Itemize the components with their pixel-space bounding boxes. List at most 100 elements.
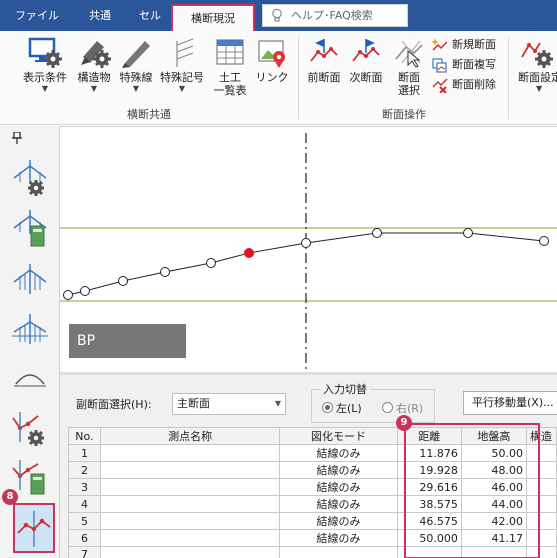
ribbon-group-separator xyxy=(508,37,509,119)
radio-right[interactable]: 右(R) xyxy=(382,400,423,416)
cell-point-name[interactable] xyxy=(99,495,281,513)
point-settings-tool[interactable] xyxy=(10,408,50,448)
section-settings-tool-icon xyxy=(13,160,47,196)
profile-point[interactable] xyxy=(372,228,382,238)
group-label-section-ops: 断面操作 xyxy=(382,108,426,121)
section-settings-button[interactable]: 断面設定 ▼ xyxy=(514,35,557,94)
chevron-down-icon: ▼ xyxy=(41,84,49,93)
tab-file[interactable]: ファイル xyxy=(12,0,62,31)
chevron-down-icon: ▼ xyxy=(90,84,98,93)
link-icon xyxy=(258,40,285,68)
section-settings-icon xyxy=(521,42,553,68)
section-select-button[interactable]: 断面 選択 xyxy=(390,35,428,97)
radio-left-label: 左(L) xyxy=(336,402,362,415)
cell-point-name[interactable] xyxy=(99,529,281,547)
profile-point[interactable] xyxy=(160,267,170,277)
point-data-tool-icon xyxy=(12,460,45,495)
cell-draw-mode[interactable]: 結線のみ xyxy=(279,512,398,530)
new-section-icon xyxy=(432,38,448,51)
subsection-select[interactable]: 主断面 ▼ xyxy=(172,393,286,415)
point-input-tool-icon xyxy=(17,511,51,547)
link-label: リンク xyxy=(255,71,289,84)
special-line-button[interactable]: 特殊線 ▼ xyxy=(117,35,155,94)
profile-point[interactable] xyxy=(463,228,473,238)
arc-tool-icon xyxy=(14,374,46,387)
row-number: 3 xyxy=(68,478,101,496)
ground-line-tool[interactable] xyxy=(10,260,50,300)
col-header-no[interactable]: No. xyxy=(68,427,101,445)
cell-point-name[interactable] xyxy=(99,546,281,558)
chevron-down-icon: ▼ xyxy=(536,84,543,93)
point-data-tool[interactable] xyxy=(10,456,50,496)
section-settings-tool[interactable] xyxy=(10,158,50,198)
row-number: 5 xyxy=(68,512,101,530)
cross-section-view[interactable]: BP xyxy=(60,126,557,373)
cell-draw-mode[interactable]: 結線のみ xyxy=(279,461,398,479)
tab-common[interactable]: 共通 xyxy=(80,0,120,31)
profile-point[interactable] xyxy=(118,276,128,286)
row-number: 7 xyxy=(68,546,101,558)
new-section-label: 新規断面 xyxy=(452,38,496,51)
earthwork-table-label-1: 土工 xyxy=(219,71,241,84)
input-switch-title: 入力切替 xyxy=(320,381,370,397)
special-line-icon xyxy=(122,41,150,68)
cell-draw-mode[interactable]: 結線のみ xyxy=(279,495,398,513)
profile-point[interactable] xyxy=(539,236,549,246)
cell-point-name[interactable] xyxy=(99,444,281,462)
pin-icon[interactable] xyxy=(12,132,22,144)
col-header-point-name[interactable]: 測点名称 xyxy=(99,427,281,445)
help-search-input[interactable]: ヘルプ･FAQ検索 xyxy=(262,4,408,27)
cell-point-name[interactable] xyxy=(99,478,281,496)
radio-left[interactable]: 左(L) xyxy=(322,400,362,416)
profile-point[interactable] xyxy=(80,286,90,296)
special-symbol-label: 特殊記号 xyxy=(160,71,204,84)
special-symbol-button[interactable]: 特殊記号 ▼ xyxy=(158,35,206,94)
point-input-tool[interactable] xyxy=(13,503,55,553)
col-header-draw-mode[interactable]: 図化モード xyxy=(279,427,398,445)
row-number: 1 xyxy=(68,444,101,462)
earthwork-table-label-2: 一覧表 xyxy=(213,84,247,97)
profile-point[interactable] xyxy=(206,258,216,268)
profile-point-selected[interactable] xyxy=(244,248,254,258)
prev-section-button[interactable]: 前断面 xyxy=(304,35,344,84)
section-data-tool-icon xyxy=(13,210,47,247)
cell-draw-mode[interactable]: 結線のみ xyxy=(279,444,398,462)
radio-right-dot xyxy=(382,402,393,413)
delete-section-label: 断面削除 xyxy=(452,78,496,91)
highlight-distance-elevation xyxy=(404,423,540,558)
display-settings-icon xyxy=(28,37,62,68)
new-section-button[interactable]: 新規断面 xyxy=(432,37,496,53)
earthwork-table-button[interactable]: 土工 一覧表 xyxy=(210,35,250,97)
structure-button[interactable]: 構造物 ▼ xyxy=(74,35,114,94)
cell-point-name[interactable] xyxy=(99,512,281,530)
tab-cell[interactable]: セル xyxy=(132,0,168,31)
cell-draw-mode[interactable]: 結線のみ xyxy=(279,478,398,496)
copy-section-icon xyxy=(432,58,447,73)
copy-section-button[interactable]: 断面複写 xyxy=(432,57,496,73)
next-section-label: 次断面 xyxy=(349,71,383,84)
structure-label: 構造物 xyxy=(77,71,111,84)
next-section-button[interactable]: 次断面 xyxy=(346,35,386,84)
profile-point[interactable] xyxy=(301,238,311,248)
cell-draw-mode[interactable]: 結線のみ xyxy=(279,529,398,547)
section-select-label-1: 断面 xyxy=(398,71,420,84)
offset-amount-button[interactable]: 平行移動量(X)... xyxy=(463,391,557,415)
link-button[interactable]: リンク xyxy=(252,35,292,84)
chevron-down-icon: ▼ xyxy=(274,399,281,408)
chevron-down-icon: ▼ xyxy=(132,84,140,93)
prev-section-label: 前断面 xyxy=(307,71,341,84)
cell-point-name[interactable] xyxy=(99,461,281,479)
cell-draw-mode[interactable] xyxy=(279,546,398,558)
station-label-bp: BP xyxy=(69,324,186,358)
ground-line-tool-icon xyxy=(13,264,47,294)
tab-cross-section-current[interactable]: 横断現況 xyxy=(171,4,255,31)
section-data-tool[interactable] xyxy=(10,208,50,248)
design-line-tool[interactable] xyxy=(10,310,50,350)
prev-section-icon xyxy=(310,39,338,62)
display-settings-label: 表示条件 xyxy=(23,71,67,84)
display-settings-button[interactable]: 表示条件 ▼ xyxy=(20,35,70,94)
section-select-label-2: 選択 xyxy=(398,84,420,97)
arc-tool[interactable] xyxy=(10,358,50,398)
delete-section-button[interactable]: 断面削除 xyxy=(432,77,496,93)
profile-point[interactable] xyxy=(63,290,73,300)
